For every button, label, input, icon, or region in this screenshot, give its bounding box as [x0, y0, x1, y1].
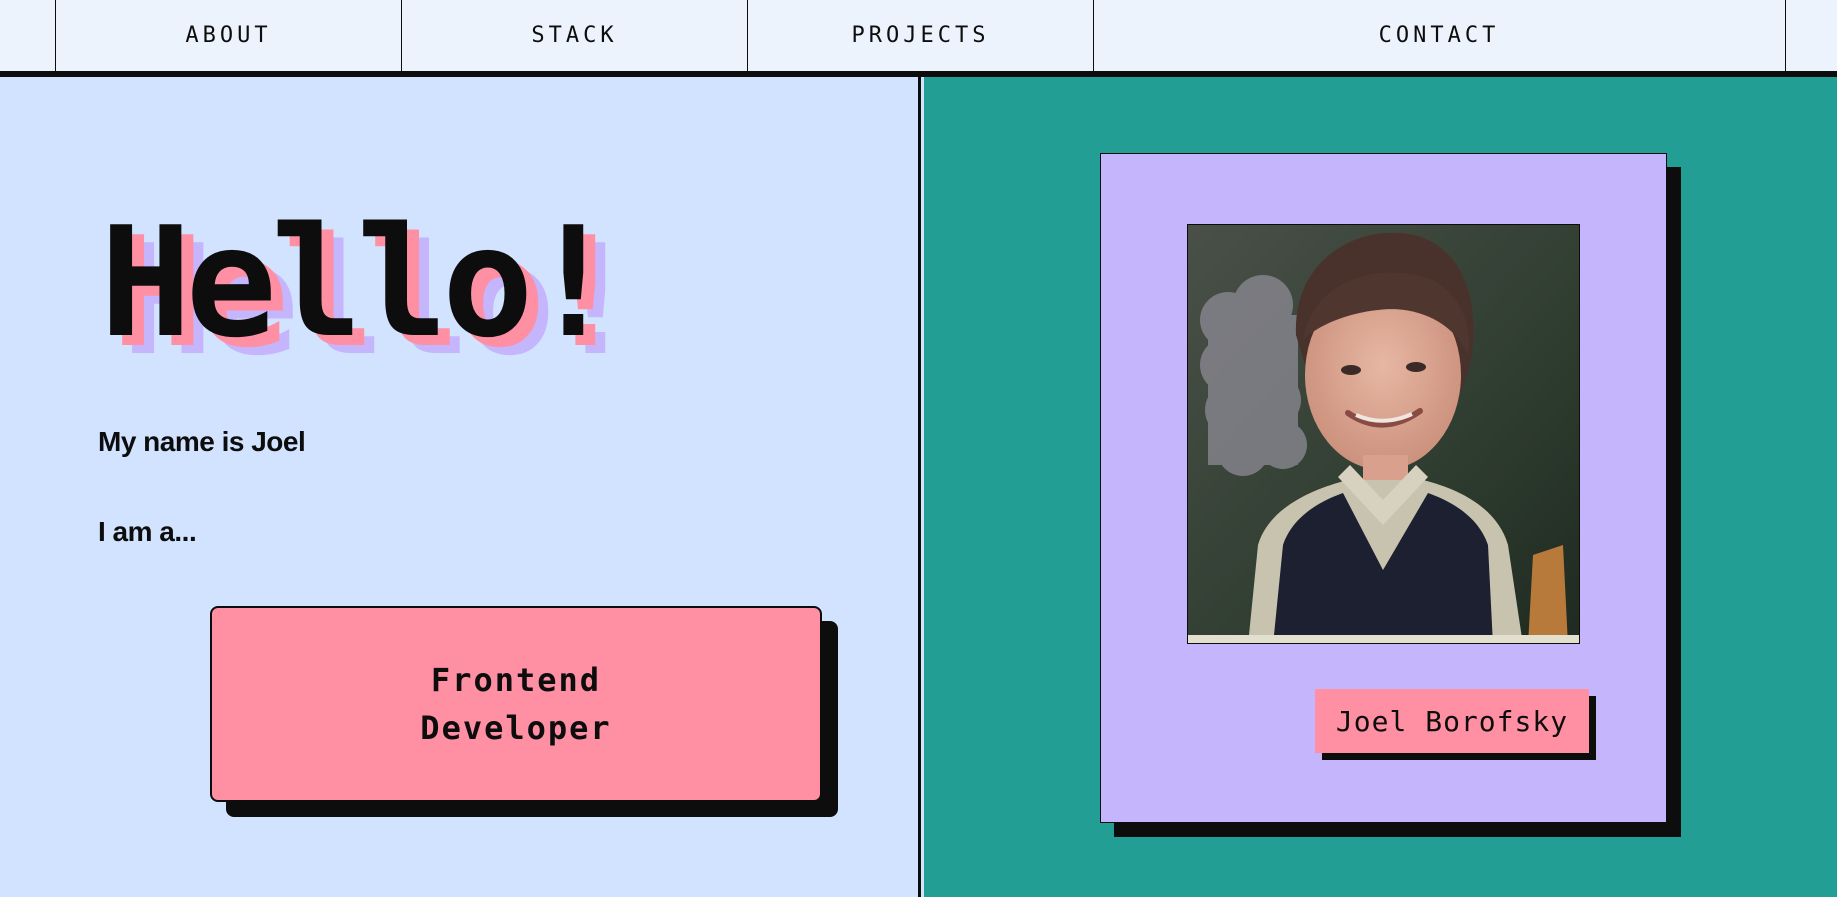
nav-item-stack[interactable]: STACK: [402, 0, 747, 71]
profile-photo: [1187, 224, 1580, 644]
nav-item-about[interactable]: ABOUT: [56, 0, 401, 71]
top-nav: ABOUT STACK PROJECTS CONTACT: [0, 0, 1837, 77]
role-card: Frontend Developer: [210, 606, 822, 802]
nav-item-contact[interactable]: CONTACT: [1094, 0, 1784, 71]
nav-divider: [1785, 0, 1786, 71]
hero-greeting: Hello!: [100, 194, 619, 371]
name-tag: Joel Borofsky: [1315, 689, 1589, 753]
profile-panel: Joel Borofsky: [924, 77, 1837, 897]
intro-role-text: I am a...: [98, 516, 197, 547]
nav-item-projects[interactable]: PROJECTS: [748, 0, 1093, 71]
intro-name-text: My name is Joel: [98, 426, 306, 457]
intro-panel: Hello! My name is Joel I am a... Fronten…: [0, 77, 921, 897]
